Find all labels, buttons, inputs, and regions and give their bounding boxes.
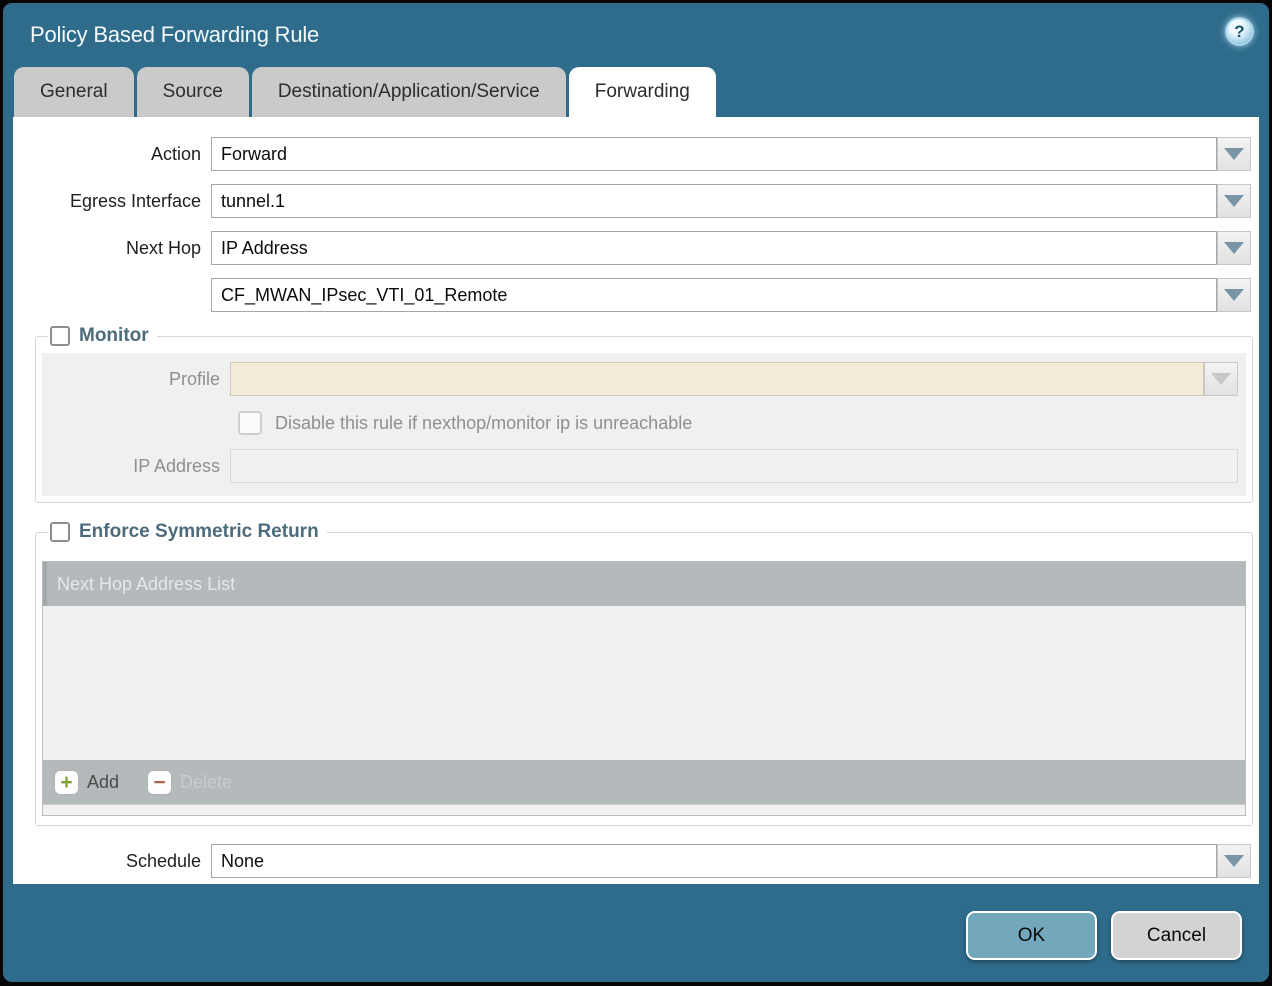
ok-button[interactable]: OK bbox=[966, 911, 1097, 960]
next-hop-type-value[interactable]: IP Address bbox=[211, 231, 1217, 265]
profile-dropdown-button bbox=[1204, 362, 1238, 396]
schedule-combo: None bbox=[211, 844, 1251, 878]
table-bottom-strip bbox=[43, 804, 1245, 815]
spacer bbox=[13, 826, 1259, 844]
profile-combo bbox=[230, 362, 1238, 396]
monitor-ip-row: IP Address bbox=[42, 449, 1238, 483]
enforce-symmetric-return-title: Enforce Symmetric Return bbox=[79, 521, 319, 543]
enforce-symmetric-return-checkbox[interactable] bbox=[50, 522, 70, 542]
pbf-rule-dialog: Policy Based Forwarding Rule ? General S… bbox=[3, 3, 1269, 982]
forwarding-tab-panel: Action Forward Egress Interface tunnel.1… bbox=[13, 117, 1259, 884]
delete-button: − Delete bbox=[147, 770, 232, 795]
chevron-down-icon bbox=[1224, 195, 1244, 207]
chevron-down-icon bbox=[1211, 373, 1231, 385]
schedule-row: Schedule None bbox=[13, 844, 1251, 878]
question-mark-glyph: ? bbox=[1234, 22, 1244, 42]
next-hop-address-table-body bbox=[43, 606, 1245, 760]
next-hop-address-list-column-header: Next Hop Address List bbox=[43, 562, 1245, 606]
next-hop-address-dropdown-button[interactable] bbox=[1217, 278, 1251, 312]
next-hop-label: Next Hop bbox=[13, 238, 211, 259]
disable-rule-row: Disable this rule if nexthop/monitor ip … bbox=[238, 411, 1238, 435]
add-button[interactable]: + Add bbox=[54, 770, 119, 795]
monitor-checkbox[interactable] bbox=[50, 326, 70, 346]
cancel-button[interactable]: Cancel bbox=[1111, 911, 1242, 960]
action-dropdown-button[interactable] bbox=[1217, 137, 1251, 171]
action-combo: Forward bbox=[211, 137, 1251, 171]
tab-general[interactable]: General bbox=[14, 67, 134, 117]
profile-label: Profile bbox=[42, 369, 230, 390]
plus-icon: + bbox=[54, 770, 79, 795]
title-bar: Policy Based Forwarding Rule ? bbox=[3, 3, 1269, 67]
add-button-label: Add bbox=[87, 772, 119, 793]
monitor-group: Monitor Profile Disable this rule if nex… bbox=[35, 325, 1253, 503]
tab-destination-application-service[interactable]: Destination/Application/Service bbox=[252, 67, 566, 117]
chevron-down-icon bbox=[1224, 289, 1244, 301]
disable-rule-checkbox bbox=[238, 411, 262, 435]
next-hop-address-row: CF_MWAN_IPsec_VTI_01_Remote bbox=[13, 278, 1251, 312]
action-label: Action bbox=[13, 144, 211, 165]
next-hop-row: Next Hop IP Address bbox=[13, 231, 1251, 265]
monitor-body: Profile Disable this rule if nexthop/mon… bbox=[42, 353, 1246, 496]
chevron-down-icon bbox=[1224, 242, 1244, 254]
egress-interface-combo: tunnel.1 bbox=[211, 184, 1251, 218]
next-hop-type-dropdown-button[interactable] bbox=[1217, 231, 1251, 265]
disable-rule-label: Disable this rule if nexthop/monitor ip … bbox=[275, 413, 692, 434]
delete-button-label: Delete bbox=[180, 772, 232, 793]
tab-bar: General Source Destination/Application/S… bbox=[14, 67, 1269, 117]
next-hop-address-table: Next Hop Address List + Add − Delete bbox=[42, 561, 1246, 816]
chevron-down-icon bbox=[1224, 855, 1244, 867]
monitor-legend: Monitor bbox=[48, 325, 157, 347]
dialog-footer: OK Cancel bbox=[966, 911, 1242, 960]
enforce-symmetric-return-legend: Enforce Symmetric Return bbox=[48, 521, 327, 543]
next-hop-type-combo: IP Address bbox=[211, 231, 1251, 265]
schedule-label: Schedule bbox=[13, 851, 211, 872]
egress-interface-value[interactable]: tunnel.1 bbox=[211, 184, 1217, 218]
table-toolbar: + Add − Delete bbox=[43, 760, 1245, 804]
dialog-title: Policy Based Forwarding Rule bbox=[30, 22, 319, 48]
chevron-down-icon bbox=[1224, 148, 1244, 160]
schedule-dropdown-button[interactable] bbox=[1217, 844, 1251, 878]
enforce-symmetric-return-group: Enforce Symmetric Return Next Hop Addres… bbox=[35, 521, 1253, 826]
monitor-title: Monitor bbox=[79, 325, 149, 347]
spacer bbox=[13, 503, 1259, 521]
monitor-ip-input bbox=[230, 449, 1238, 483]
help-icon[interactable]: ? bbox=[1225, 17, 1254, 46]
tab-source[interactable]: Source bbox=[137, 67, 249, 117]
next-hop-address-value[interactable]: CF_MWAN_IPsec_VTI_01_Remote bbox=[211, 278, 1217, 312]
action-value[interactable]: Forward bbox=[211, 137, 1217, 171]
profile-value bbox=[230, 362, 1204, 396]
tab-forwarding[interactable]: Forwarding bbox=[569, 67, 716, 117]
egress-interface-dropdown-button[interactable] bbox=[1217, 184, 1251, 218]
next-hop-address-combo: CF_MWAN_IPsec_VTI_01_Remote bbox=[211, 278, 1251, 312]
egress-interface-row: Egress Interface tunnel.1 bbox=[13, 184, 1251, 218]
monitor-ip-label: IP Address bbox=[42, 456, 230, 477]
action-row: Action Forward bbox=[13, 137, 1251, 171]
minus-icon: − bbox=[147, 770, 172, 795]
profile-row: Profile bbox=[42, 362, 1238, 396]
schedule-value[interactable]: None bbox=[211, 844, 1217, 878]
egress-interface-label: Egress Interface bbox=[13, 191, 211, 212]
